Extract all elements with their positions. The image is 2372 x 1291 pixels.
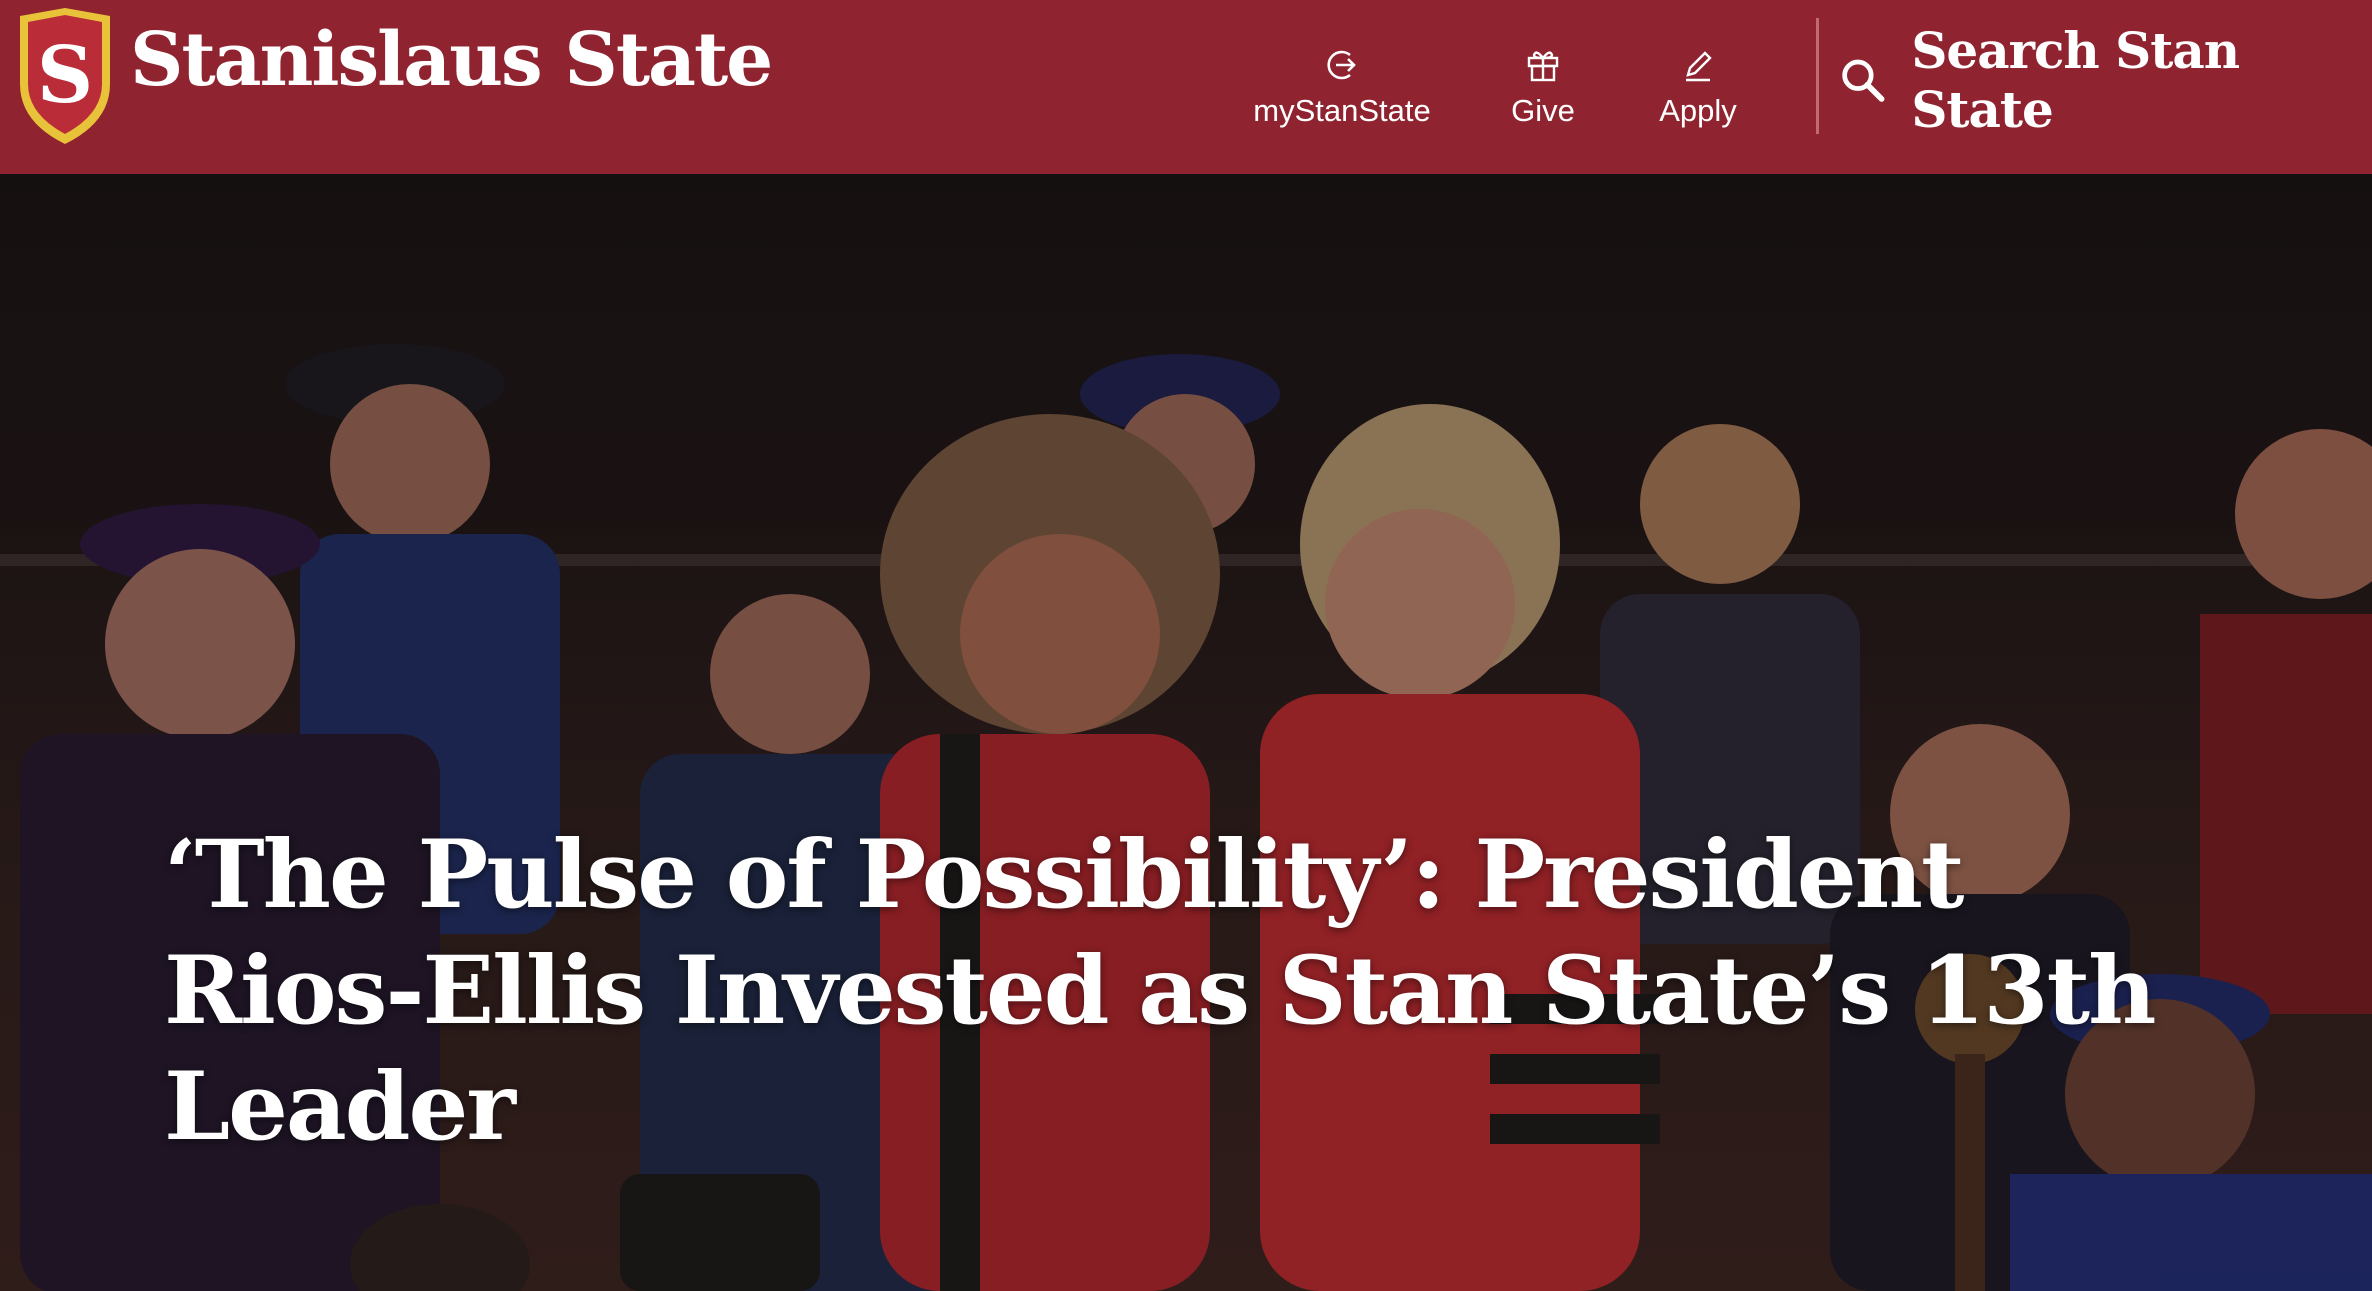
search-label: Search Stan State	[1911, 21, 2240, 139]
search-button[interactable]: Search Stan State	[1838, 21, 2372, 139]
give-link[interactable]: Give	[1490, 0, 1596, 174]
login-icon	[1327, 50, 1356, 80]
apply-label: Apply	[1659, 93, 1737, 128]
svg-text:S: S	[37, 30, 93, 121]
hero-headline[interactable]: ‘The Pulse of Possibility’: President Ri…	[164, 817, 2184, 1165]
hero-banner[interactable]: ‘The Pulse of Possibility’: President Ri…	[0, 174, 2372, 1291]
mystanstate-label: myStanState	[1253, 93, 1431, 128]
site-title[interactable]: Stanislaus State	[130, 16, 773, 105]
gift-icon	[1527, 51, 1559, 82]
mystanstate-link[interactable]: myStanState	[1232, 0, 1452, 174]
give-label: Give	[1511, 93, 1575, 128]
site-header: S Stanislaus State myStanState Give Appl…	[0, 0, 2372, 174]
search-icon	[1842, 59, 1885, 102]
university-shield-logo[interactable]: S	[14, 6, 116, 148]
apply-link[interactable]: Apply	[1640, 0, 1756, 174]
pencil-icon	[1686, 51, 1712, 82]
header-divider	[1816, 18, 1819, 134]
